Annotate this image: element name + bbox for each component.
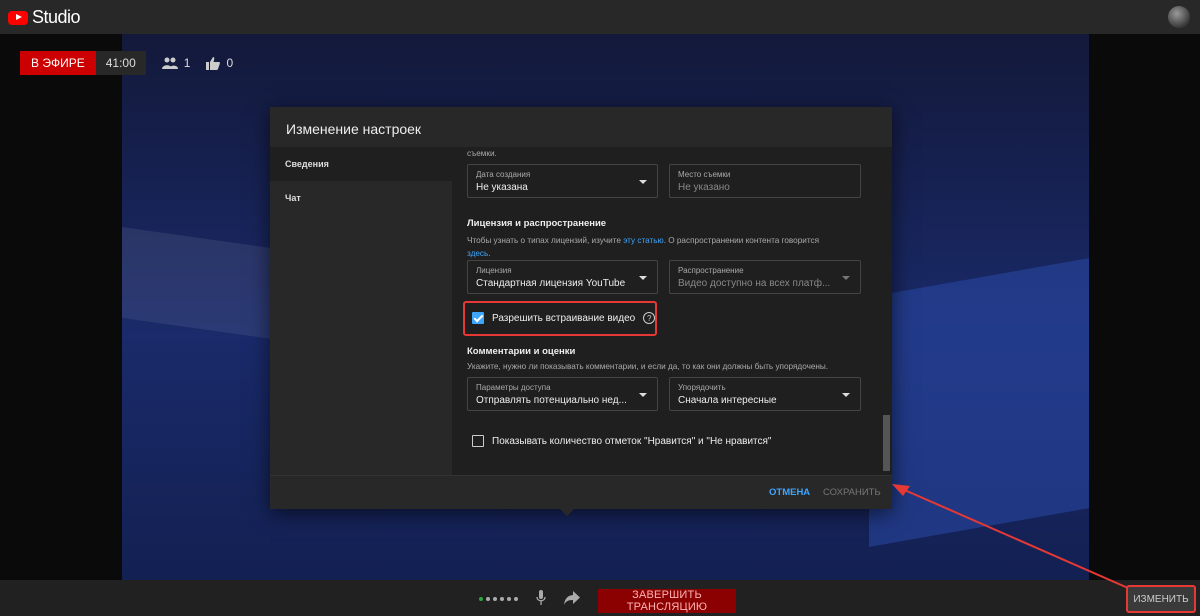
youtube-logo-icon — [8, 10, 28, 25]
save-button[interactable]: СОХРАНИТЬ — [823, 487, 881, 498]
access-select[interactable]: Параметры доступа Отправлять потенциальн… — [467, 377, 658, 411]
chevron-down-icon — [639, 393, 647, 397]
likes-count: 0 — [226, 56, 234, 70]
license-section-text: Чтобы узнать о типах лицензий, изучите э… — [467, 236, 820, 258]
distribution-link[interactable]: здесь — [467, 249, 488, 258]
embed-highlight-box — [463, 301, 657, 336]
microphone-icon[interactable] — [536, 590, 546, 606]
license-article-link[interactable]: эту статью — [623, 236, 664, 245]
dialog-title: Изменение настроек — [286, 121, 422, 137]
stream-health-indicator — [479, 597, 518, 601]
avatar[interactable] — [1168, 6, 1190, 28]
cut-off-text: съемки. — [467, 149, 497, 158]
chevron-down-icon — [639, 276, 647, 280]
bottom-control-bar: ЗАВЕРШИТЬ ТРАНСЛЯЦИЮ — [0, 580, 1200, 616]
live-badge: В ЭФИРЕ — [20, 51, 96, 75]
viewers-stat: 1 — [161, 56, 191, 70]
chevron-down-icon — [842, 276, 850, 280]
nav-item-chat[interactable]: Чат — [270, 181, 452, 215]
people-icon — [161, 57, 178, 69]
date-created-select[interactable]: Дата создания Не указана — [467, 164, 658, 198]
likes-checkbox-row[interactable]: Показывать количество отметок "Нравится"… — [472, 435, 771, 447]
sort-select[interactable]: Упорядочить Сначала интересные — [669, 377, 861, 411]
likes-label: Показывать количество отметок "Нравится"… — [492, 435, 772, 447]
end-stream-button[interactable]: ЗАВЕРШИТЬ ТРАНСЛЯЦИЮ — [598, 589, 736, 613]
live-timer: 41:00 — [95, 51, 146, 75]
studio-logo[interactable]: Studio — [8, 7, 81, 28]
cancel-button[interactable]: ОТМЕНА — [769, 487, 810, 498]
distribution-select[interactable]: Распространение Видео доступно на всех п… — [669, 260, 861, 294]
live-status-bar: В ЭФИРЕ 41:00 1 0 — [20, 51, 233, 75]
share-icon[interactable] — [564, 591, 580, 605]
location-input[interactable]: Место съемки Не указано — [669, 164, 861, 198]
nav-item-details[interactable]: Сведения — [270, 147, 452, 181]
top-bar: Studio — [0, 0, 1200, 34]
chevron-down-icon — [842, 393, 850, 397]
chevron-down-icon — [639, 180, 647, 184]
dialog-footer: ОТМЕНА СОХРАНИТЬ — [270, 475, 892, 509]
license-select[interactable]: Лицензия Стандартная лицензия YouTube — [467, 260, 658, 294]
comments-section-text: Укажите, нужно ли показывать комментарии… — [467, 362, 829, 371]
dialog-scrollbar[interactable] — [882, 147, 892, 475]
license-section-title: Лицензия и распространение — [467, 218, 607, 229]
thumbs-up-icon — [206, 56, 221, 70]
viewers-count: 1 — [183, 56, 191, 70]
scrollbar-thumb[interactable] — [883, 415, 890, 471]
logo-text: Studio — [32, 7, 81, 27]
comments-section-title: Комментарии и оценки — [467, 346, 576, 357]
likes-checkbox[interactable] — [472, 435, 484, 447]
likes-stat: 0 — [206, 56, 233, 70]
dialog-nav: Сведения Чат — [270, 147, 452, 475]
edit-button[interactable]: ИЗМЕНИТЬ — [1126, 585, 1196, 613]
